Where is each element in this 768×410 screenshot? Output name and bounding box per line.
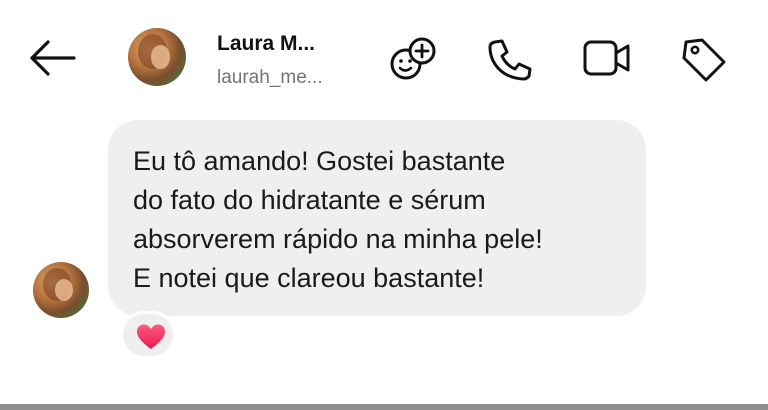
back-button[interactable]: [26, 36, 78, 80]
phone-icon: [488, 39, 532, 81]
video-call-button[interactable]: [582, 36, 632, 82]
contact-username[interactable]: laurah_me...: [217, 67, 323, 89]
message-text-line: do fato do hidratante e sérum: [133, 185, 486, 215]
sender-avatar[interactable]: [33, 262, 89, 318]
bottom-divider: [0, 404, 768, 410]
sticker-add-icon: [390, 37, 436, 80]
heart-icon: [137, 324, 165, 349]
arrow-left-icon: [30, 40, 76, 76]
chat-header: Laura M... laurah_me...: [0, 0, 768, 120]
tag-icon: [682, 38, 726, 82]
message-text-line: E notei que clareou bastante!: [133, 263, 485, 293]
message-text-line: absorverem rápido na minha pele!: [133, 224, 543, 254]
contact-avatar[interactable]: [128, 28, 186, 86]
message-text-line: Eu tô amando! Gostei bastante: [133, 146, 506, 176]
audio-call-button[interactable]: [486, 36, 536, 82]
message-reaction[interactable]: [120, 311, 176, 359]
video-camera-icon: [583, 40, 630, 76]
sticker-button[interactable]: [389, 36, 439, 82]
contact-name[interactable]: Laura M...: [217, 32, 315, 56]
label-button[interactable]: [680, 36, 730, 82]
